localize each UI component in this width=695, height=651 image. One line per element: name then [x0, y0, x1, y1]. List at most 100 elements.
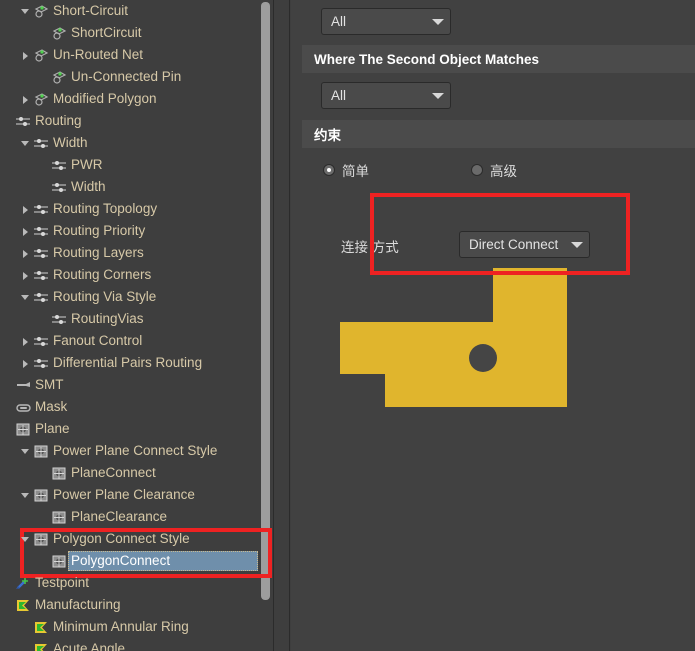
- rule-net-icon: [33, 92, 50, 107]
- tree-item-routing-corners[interactable]: Routing Corners: [0, 264, 258, 286]
- chevron-down-icon[interactable]: [21, 535, 30, 544]
- plane-icon: [33, 488, 50, 503]
- tree-item-plane[interactable]: Plane: [0, 418, 258, 440]
- tree-vertical-scrollbar[interactable]: [258, 0, 272, 651]
- tree-item-fanout-control[interactable]: Fanout Control: [0, 330, 258, 352]
- radio-advanced[interactable]: 高级: [471, 160, 517, 180]
- plane-icon: [51, 466, 68, 481]
- chevron-right-icon[interactable]: [21, 359, 30, 368]
- polygon-pour-shape: [340, 268, 567, 407]
- connect-style-preview: [330, 268, 580, 413]
- chevron-right-icon[interactable]: [21, 227, 30, 236]
- tree-item-label: PolygonConnect: [71, 553, 171, 569]
- tree-item-label: SMT: [35, 377, 64, 393]
- chevron-down-icon: [432, 18, 444, 25]
- routing-icon: [33, 334, 50, 349]
- routing-icon: [33, 246, 50, 261]
- tree-item-manufacturing[interactable]: Manufacturing: [0, 594, 258, 616]
- tree-item-polygon-connect-style[interactable]: Polygon Connect Style: [0, 528, 258, 550]
- chevron-down-icon[interactable]: [21, 7, 30, 16]
- tree-item-label: Width: [71, 179, 106, 195]
- tree-item-label: Acute Angle: [53, 641, 126, 651]
- tree-item-label: Width: [53, 135, 88, 151]
- tree-item-routing[interactable]: Routing: [0, 110, 258, 132]
- tree-item-short-circuit[interactable]: Short-Circuit: [0, 0, 258, 22]
- via-hole-icon: [469, 344, 497, 372]
- tree-item-modified-polygon[interactable]: Modified Polygon: [0, 88, 258, 110]
- chevron-down-icon: [571, 241, 583, 248]
- chevron-down-icon[interactable]: [21, 491, 30, 500]
- chevron-right-icon[interactable]: [21, 95, 30, 104]
- routing-icon: [15, 114, 32, 129]
- chevron-right-icon[interactable]: [21, 249, 30, 258]
- tree-item-routing-layers[interactable]: Routing Layers: [0, 242, 258, 264]
- testpoint-icon: [15, 576, 32, 591]
- tree-scrollbar-thumb[interactable]: [261, 2, 270, 600]
- tree-item-label: Testpoint: [35, 575, 90, 591]
- tree-item-width[interactable]: Width: [0, 176, 258, 198]
- chevron-right-icon[interactable]: [21, 205, 30, 214]
- chevron-down-icon[interactable]: [21, 293, 30, 302]
- routing-icon: [51, 158, 68, 173]
- tree-item-label: ShortCircuit: [71, 25, 142, 41]
- radio-simple[interactable]: 简单: [323, 160, 369, 180]
- second-object-combo[interactable]: All: [321, 82, 451, 109]
- chevron-down-icon[interactable]: [21, 447, 30, 456]
- tree-item-polygonconnect[interactable]: PolygonConnect: [0, 550, 258, 572]
- chevron-right-icon[interactable]: [21, 51, 30, 60]
- chevron-down-icon[interactable]: [21, 139, 30, 148]
- tree-item-power-plane-clearance[interactable]: Power Plane Clearance: [0, 484, 258, 506]
- tree-item-routing-topology[interactable]: Routing Topology: [0, 198, 258, 220]
- tree-item-routing-priority[interactable]: Routing Priority: [0, 220, 258, 242]
- plane-icon: [51, 510, 68, 525]
- tree-item-differential-pairs-routing[interactable]: Differential Pairs Routing: [0, 352, 258, 374]
- design-rules-tree[interactable]: Short-Circuit ShortCircuit Un-Routed Net Un…: [0, 0, 258, 651]
- radio-advanced-indicator[interactable]: [471, 164, 483, 176]
- second-object-header-text: Where The Second Object Matches: [314, 51, 540, 67]
- radio-simple-label: 简单: [342, 164, 369, 179]
- radio-advanced-label: 高级: [490, 164, 517, 179]
- chevron-right-icon[interactable]: [21, 337, 30, 346]
- first-object-combo[interactable]: All: [321, 8, 451, 35]
- rule-net-icon: [33, 48, 50, 63]
- tree-item-label: Mask: [35, 399, 68, 415]
- routing-icon: [33, 268, 50, 283]
- tree-item-testpoint[interactable]: Testpoint: [0, 572, 258, 594]
- tree-item-mask[interactable]: Mask: [0, 396, 258, 418]
- tree-item-shortcircuit[interactable]: ShortCircuit: [0, 22, 258, 44]
- connect-style-combo[interactable]: Direct Connect: [459, 231, 590, 258]
- tree-item-label: RoutingVias: [71, 311, 144, 327]
- tree-item-minimum-annular-ring[interactable]: Minimum Annular Ring: [0, 616, 258, 638]
- tree-item-width[interactable]: Width: [0, 132, 258, 154]
- tree-item-planeclearance[interactable]: PlaneClearance: [0, 506, 258, 528]
- tree-item-un-connected-pin[interactable]: Un-Connected Pin: [0, 66, 258, 88]
- tree-item-label: Routing Layers: [53, 245, 144, 261]
- tree-item-routingvias[interactable]: RoutingVias: [0, 308, 258, 330]
- tree-item-label: Un-Connected Pin: [71, 69, 182, 85]
- tree-item-label: Short-Circuit: [53, 3, 129, 19]
- tree-item-pwr[interactable]: PWR: [0, 154, 258, 176]
- plane-icon: [33, 532, 50, 547]
- panel-divider[interactable]: [273, 0, 290, 651]
- constraints-section-header: 约束: [302, 120, 695, 148]
- chevron-right-icon[interactable]: [21, 271, 30, 280]
- rule-net-icon: [33, 4, 50, 19]
- routing-icon: [51, 312, 68, 327]
- routing-icon: [33, 356, 50, 371]
- tree-item-acute-angle[interactable]: Acute Angle: [0, 638, 258, 651]
- tree-item-planeconnect[interactable]: PlaneConnect: [0, 462, 258, 484]
- tree-item-smt[interactable]: SMT: [0, 374, 258, 396]
- tree-item-un-routed-net[interactable]: Un-Routed Net: [0, 44, 258, 66]
- tree-item-power-plane-connect-style[interactable]: Power Plane Connect Style: [0, 440, 258, 462]
- tree-item-routing-via-style[interactable]: Routing Via Style: [0, 286, 258, 308]
- radio-simple-indicator[interactable]: [323, 164, 335, 176]
